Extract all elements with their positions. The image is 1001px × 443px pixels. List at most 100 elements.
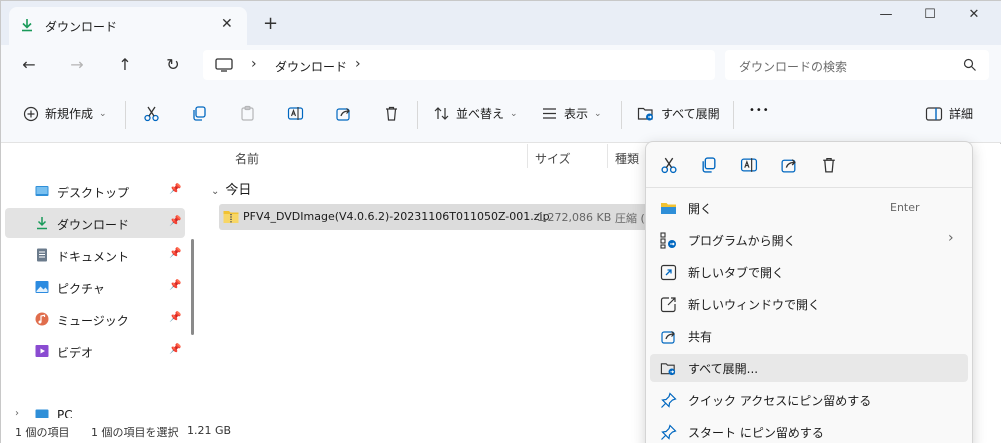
sidebar-item-downloads[interactable]: ダウンロード 📌	[5, 208, 185, 238]
sidebar-item-music[interactable]: ミュージック 📌	[5, 304, 185, 334]
share-icon	[336, 108, 350, 121]
monitor-icon	[215, 58, 233, 72]
more-icon: •••	[749, 105, 770, 116]
breadcrumb-chevron-end[interactable]: ›	[355, 56, 361, 72]
close-tab-button[interactable]: ✕	[221, 16, 233, 32]
document-icon	[37, 248, 47, 262]
extract-folder-icon	[637, 107, 653, 121]
menu-item-pin-quick-access[interactable]: クイック アクセスにピン留めする	[650, 386, 968, 414]
download-icon	[22, 19, 32, 32]
menu-item-open[interactable]: 開く Enter	[650, 194, 968, 222]
column-header-type[interactable]: 種類	[615, 150, 639, 167]
view-list-icon	[543, 108, 556, 119]
search-input[interactable]: ダウンロードの検索	[725, 50, 989, 80]
copy-icon[interactable]	[700, 156, 718, 174]
extract-all-button[interactable]: すべて展開	[637, 105, 720, 122]
sort-button[interactable]: 並べ替え ⌄	[433, 105, 518, 122]
status-size: 1.21 GB	[187, 424, 232, 437]
divider	[417, 101, 418, 129]
sidebar-item-desktop[interactable]: デスクトップ 📌	[5, 176, 185, 206]
share-button[interactable]	[335, 105, 352, 122]
up-button[interactable]: ↑	[113, 55, 137, 74]
sidebar-item-documents[interactable]: ドキュメント 📌	[5, 240, 185, 270]
new-window-icon	[660, 297, 676, 313]
music-icon	[35, 312, 49, 326]
share-icon[interactable]	[780, 156, 798, 174]
menu-item-label: クイック アクセスにピン留めする	[688, 394, 872, 408]
paste-button[interactable]	[239, 105, 256, 122]
column-divider[interactable]	[527, 144, 528, 168]
menu-item-extract-all[interactable]: すべて展開...	[650, 354, 968, 382]
sidebar-item-pictures[interactable]: ピクチャ 📌	[5, 272, 185, 302]
copy-button[interactable]	[191, 105, 208, 122]
chevron-right-icon: ›	[948, 230, 954, 246]
menu-item-pin-start[interactable]: スタート にピン留めする	[650, 418, 968, 443]
desktop-icon	[35, 186, 49, 196]
command-bar: 新規作成 ⌄ 並べ替え ⌄ 表示 ⌄ すべて展開 ••• 詳細	[1, 85, 1001, 143]
plus-circle-icon	[23, 106, 39, 121]
view-label: 表示	[564, 107, 589, 121]
navigation-bar: ← → ↑ ↻ › ダウンロード › ダウンロードの検索	[1, 45, 1001, 85]
tab-downloads[interactable]: ダウンロード ✕	[9, 7, 247, 45]
menu-item-share[interactable]: 共有	[650, 322, 968, 350]
pin-icon: 📌	[169, 280, 182, 291]
pin-icon	[661, 392, 677, 408]
sidebar-scrollbar[interactable]	[191, 239, 194, 335]
back-button[interactable]: ←	[17, 55, 41, 74]
address-bar[interactable]: › ダウンロード ›	[203, 50, 715, 80]
pin-icon	[661, 424, 677, 440]
shortcut-label: Enter	[890, 201, 920, 214]
delete-button[interactable]	[383, 105, 400, 122]
minimize-button[interactable]: —	[871, 7, 901, 22]
close-window-button[interactable]: ✕	[959, 7, 989, 22]
forward-button[interactable]: →	[65, 55, 89, 74]
clipboard-icon	[241, 105, 254, 121]
chevron-down-icon: ⌄	[594, 108, 602, 119]
details-button[interactable]: 詳細	[925, 105, 973, 122]
context-quick-actions	[646, 142, 972, 188]
details-pane-icon	[925, 106, 943, 121]
column-divider[interactable]	[607, 144, 608, 168]
rename-icon	[287, 107, 304, 120]
status-item-count: 1 個の項目	[15, 426, 70, 439]
sidebar-item-label: デスクトップ	[57, 186, 130, 200]
view-button[interactable]: 表示 ⌄	[541, 105, 602, 122]
pin-icon: 📌	[169, 216, 182, 227]
new-button[interactable]: 新規作成 ⌄	[23, 105, 107, 122]
menu-item-label: すべて展開...	[688, 362, 759, 376]
menu-item-label: プログラムから開く	[688, 234, 796, 248]
menu-item-open-new-window[interactable]: 新しいウィンドウで開く	[650, 290, 968, 318]
menu-item-open-with[interactable]: プログラムから開く ›	[650, 226, 968, 254]
breadcrumb-chevron[interactable]: ›	[251, 56, 257, 72]
new-tab-button[interactable]: +	[263, 13, 278, 34]
menu-item-label: 共有	[688, 330, 713, 344]
copy-icon	[193, 106, 206, 121]
divider	[733, 101, 734, 129]
download-icon	[37, 217, 47, 230]
navigation-pane: デスクトップ 📌 ダウンロード 📌 ドキュメント 📌 ピクチャ 📌 ミュージック…	[1, 144, 197, 422]
scissors-icon	[144, 106, 159, 122]
cut-button[interactable]	[143, 105, 160, 122]
rename-icon[interactable]	[740, 156, 758, 174]
breadcrumb-downloads[interactable]: ダウンロード	[275, 58, 347, 75]
column-header-name[interactable]: 名前	[235, 150, 259, 167]
sidebar-item-label: ミュージック	[57, 314, 129, 328]
pin-icon: 📌	[169, 248, 182, 259]
open-with-icon	[660, 232, 676, 249]
status-selected: 1 個の項目を選択	[91, 426, 179, 439]
chevron-down-icon: ⌄	[510, 108, 518, 119]
scissors-icon[interactable]	[660, 156, 678, 174]
group-header-today[interactable]: ⌄ 今日	[211, 179, 251, 198]
sidebar-item-label: ドキュメント	[57, 250, 130, 264]
refresh-button[interactable]: ↻	[161, 55, 185, 74]
maximize-button[interactable]: ☐	[915, 7, 945, 22]
new-label: 新規作成	[45, 107, 94, 121]
column-header-size[interactable]: サイズ	[535, 150, 571, 167]
trash-icon[interactable]	[820, 156, 838, 174]
more-options-button[interactable]: •••	[749, 105, 770, 116]
rename-button[interactable]	[287, 105, 304, 122]
trash-icon	[386, 106, 397, 121]
menu-item-label: スタート にピン留めする	[688, 426, 824, 440]
sidebar-item-videos[interactable]: ビデオ 📌	[5, 336, 185, 366]
menu-item-open-new-tab[interactable]: 新しいタブで開く	[650, 258, 968, 286]
